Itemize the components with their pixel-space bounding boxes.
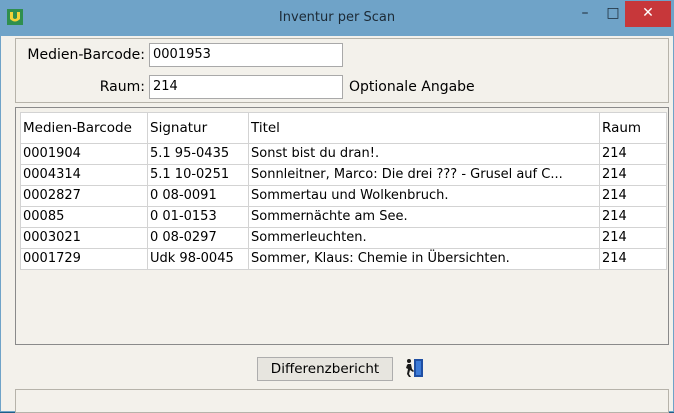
scan-results-table: Medien-Barcode Signatur Titel Raum 00019…	[15, 107, 669, 345]
table-row[interactable]: 0004314 5.1 10-0251 Sonnleitner, Marco: …	[20, 164, 667, 186]
cell-barcode: 0003021	[20, 227, 148, 249]
cell-barcode: 0002827	[20, 185, 148, 207]
differenzbericht-button[interactable]: Differenzbericht	[257, 357, 393, 381]
exit-door-icon[interactable]	[403, 357, 425, 379]
raum-input[interactable]: 214	[149, 75, 343, 99]
table-row[interactable]: 0001729 Udk 98-0045 Sommer, Klaus: Chemi…	[20, 248, 667, 270]
status-bar	[15, 389, 669, 413]
cell-raum: 214	[599, 164, 667, 186]
cell-signatur: 0 08-0297	[147, 227, 249, 249]
cell-signatur: 5.1 95-0435	[147, 143, 249, 165]
maximize-button[interactable]: □	[598, 1, 628, 27]
cell-titel: Sonnleitner, Marco: Die drei ??? - Gruse…	[248, 164, 600, 186]
cell-raum: 214	[599, 227, 667, 249]
cell-titel: Sommerleuchten.	[248, 227, 600, 249]
barcode-label: Medien-Barcode:	[27, 47, 145, 63]
cell-titel: Sommertau und Wolkenbruch.	[248, 185, 600, 207]
cell-barcode: 0004314	[20, 164, 148, 186]
table-row[interactable]: 0002827 0 08-0091 Sommertau und Wolkenbr…	[20, 185, 667, 207]
column-header-raum[interactable]: Raum	[599, 112, 667, 144]
cell-barcode: 0001904	[20, 143, 148, 165]
minimize-button[interactable]: –	[570, 1, 600, 27]
cell-signatur: Udk 98-0045	[147, 248, 249, 270]
cell-signatur: 0 08-0091	[147, 185, 249, 207]
title-bar[interactable]: Inventur per Scan – □ ✕	[1, 1, 673, 36]
table-row[interactable]: 00085 0 01-0153 Sommernächte am See. 214	[20, 206, 667, 228]
scan-form: Medien-Barcode: 0001953 Raum: 214 Option…	[15, 38, 669, 103]
raum-hint: Optionale Angabe	[349, 79, 475, 95]
cell-raum: 214	[599, 248, 667, 270]
close-button[interactable]: ✕	[625, 1, 671, 27]
cell-raum: 214	[599, 206, 667, 228]
table-row[interactable]: 0001904 5.1 95-0435 Sonst bist du dran!.…	[20, 143, 667, 165]
cell-raum: 214	[599, 185, 667, 207]
column-header-barcode[interactable]: Medien-Barcode	[20, 112, 148, 144]
cell-titel: Sommer, Klaus: Chemie in Übersichten.	[248, 248, 600, 270]
cell-titel: Sonst bist du dran!.	[248, 143, 600, 165]
barcode-input[interactable]: 0001953	[149, 43, 343, 67]
cell-barcode: 0001729	[20, 248, 148, 270]
results-grid: Medien-Barcode Signatur Titel Raum 00019…	[20, 112, 667, 270]
cell-barcode: 00085	[20, 206, 148, 228]
table-row[interactable]: 0003021 0 08-0297 Sommerleuchten. 214	[20, 227, 667, 249]
cell-titel: Sommernächte am See.	[248, 206, 600, 228]
cell-signatur: 5.1 10-0251	[147, 164, 249, 186]
cell-raum: 214	[599, 143, 667, 165]
raum-label: Raum:	[99, 79, 145, 95]
column-header-titel[interactable]: Titel	[248, 112, 600, 144]
cell-signatur: 0 01-0153	[147, 206, 249, 228]
column-header-signatur[interactable]: Signatur	[147, 112, 249, 144]
window: Inventur per Scan – □ ✕ Medien-Barcode: …	[0, 0, 674, 413]
table-header-row: Medien-Barcode Signatur Titel Raum	[20, 112, 667, 144]
